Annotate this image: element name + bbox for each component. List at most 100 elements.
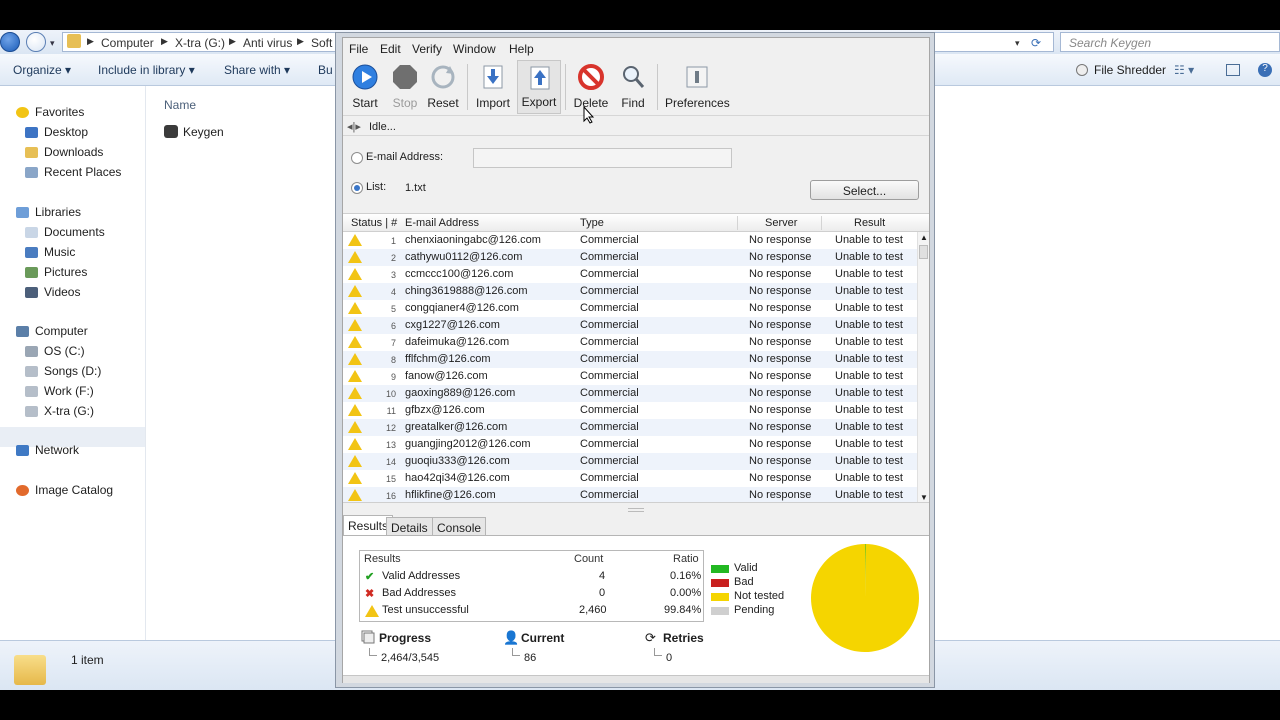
table-row[interactable]: 8 fflfchm@126.com Commercial No response Una…: [343, 351, 917, 368]
warning-icon: [348, 472, 362, 484]
table-row[interactable]: 12 greatalker@126.com Commercial No respons…: [343, 419, 917, 436]
summary-header-count: Count: [574, 553, 604, 565]
view-options-icon[interactable]: ☷ ▾: [1174, 63, 1194, 77]
nav-os-label: OS (C:): [44, 344, 85, 358]
breadcrumb-soft[interactable]: Soft: [311, 36, 332, 50]
tree-connector: [369, 648, 377, 656]
col-type[interactable]: Type: [580, 217, 604, 229]
col-divider: [737, 216, 738, 230]
help-icon[interactable]: ?: [1258, 63, 1272, 77]
table-row[interactable]: 15 hao42qi34@126.com Commercial No response…: [343, 470, 917, 487]
menu-window[interactable]: Window: [453, 42, 496, 56]
nav-downloads-label: Downloads: [44, 145, 104, 159]
row-type: Commercial: [580, 234, 639, 246]
table-row[interactable]: 9 fanow@126.com Commercial No response Unabl…: [343, 368, 917, 385]
table-row[interactable]: 5 congqianer4@126.com Commercial No respons…: [343, 300, 917, 317]
recent-pages-dropdown[interactable]: ▾: [50, 38, 55, 49]
email-verifier-window: File Edit Verify Window Help Start Stop …: [335, 32, 935, 688]
row-type: Commercial: [580, 387, 639, 399]
include-in-library-button[interactable]: Include in library ▾: [98, 63, 195, 77]
table-row[interactable]: 6 cxg1227@126.com Commercial No response Una…: [343, 317, 917, 334]
share-with-button[interactable]: Share with ▾: [224, 63, 290, 77]
table-row[interactable]: 14 guoqiu333@126.com Commercial No response…: [343, 453, 917, 470]
table-row[interactable]: 16 hflikfine@126.com Commercial No response…: [343, 487, 917, 502]
nav-network-label: Network: [35, 443, 80, 457]
row-email: cxg1227@126.com: [405, 319, 500, 331]
pictures-icon: [25, 267, 38, 278]
address-dropdown-icon[interactable]: ▾: [1015, 38, 1020, 49]
file-shredder-button[interactable]: File Shredder: [1094, 63, 1166, 77]
menu-file[interactable]: File: [349, 42, 368, 56]
row-server: No response: [749, 353, 812, 365]
row-type: Commercial: [580, 438, 639, 450]
preferences-button[interactable]: Preferences: [665, 60, 730, 114]
breadcrumb-antivirus[interactable]: Anti virus: [243, 36, 292, 50]
warning-icon: [348, 268, 362, 280]
row-result: Unable to test: [835, 353, 903, 365]
row-server: No response: [749, 285, 812, 297]
list-file-field[interactable]: 1.txt: [401, 178, 796, 198]
menu-help[interactable]: Help: [509, 42, 534, 56]
preview-pane-icon[interactable]: [1226, 64, 1240, 76]
warning-icon: [348, 319, 362, 331]
start-button[interactable]: Start: [343, 60, 387, 114]
grid-scrollbar[interactable]: ▲ ▼: [917, 232, 929, 502]
star-icon: [16, 107, 29, 118]
retry-icon: ⟳: [645, 630, 656, 645]
col-email[interactable]: E-mail Address: [405, 217, 479, 229]
forward-button[interactable]: [26, 32, 46, 52]
grid-header: Status | # E-mail Address Type Server Re…: [343, 214, 929, 232]
table-row[interactable]: 3 ccmccc100@126.com Commercial No response U…: [343, 266, 917, 283]
warning-icon: [365, 605, 379, 617]
start-label: Start: [352, 96, 378, 110]
select-file-button[interactable]: Select...: [810, 180, 919, 200]
column-header-name[interactable]: Name: [164, 98, 196, 112]
back-button[interactable]: [0, 32, 20, 52]
scroll-thumb[interactable]: [919, 245, 928, 259]
table-row[interactable]: 7 dafeimuka@126.com Commercial No response U…: [343, 334, 917, 351]
chevron-right-icon: ▶: [161, 36, 168, 46]
col-status[interactable]: Status | #: [351, 217, 397, 229]
table-row[interactable]: 1 chenxiaoningabc@126.com Commercial No res…: [343, 232, 917, 249]
table-row[interactable]: 13 guangjing2012@126.com Commercial No resp…: [343, 436, 917, 453]
downloads-icon: [25, 147, 38, 158]
table-row[interactable]: 10 gaoxing889@126.com Commercial No respons…: [343, 385, 917, 402]
organize-button[interactable]: Organize ▾: [13, 63, 71, 77]
col-result[interactable]: Result: [854, 217, 885, 229]
refresh-icon[interactable]: ⟳: [1031, 36, 1041, 50]
table-row[interactable]: 4 ching3619888@126.com Commercial No respon…: [343, 283, 917, 300]
scroll-up-icon[interactable]: ▲: [920, 233, 928, 242]
import-button[interactable]: Import: [471, 60, 515, 114]
nav-music-label: Music: [44, 245, 76, 259]
summary-header-results: Results: [364, 553, 401, 565]
row-email: fanow@126.com: [405, 370, 488, 382]
row-type: Commercial: [580, 404, 639, 416]
table-row[interactable]: 2 cathywu0112@126.com Commercial No respons…: [343, 249, 917, 266]
unsuccessful-count: 2,460: [579, 604, 607, 616]
legend-valid: Valid: [734, 562, 758, 574]
reset-button[interactable]: Reset: [421, 60, 465, 114]
table-row[interactable]: 11 gfbzx@126.com Commercial No response Unab…: [343, 402, 917, 419]
email-radio[interactable]: [351, 152, 363, 164]
breadcrumb-drive[interactable]: X-tra (G:): [175, 36, 225, 50]
menu-edit[interactable]: Edit: [380, 42, 401, 56]
col-server[interactable]: Server: [765, 217, 797, 229]
tab-details[interactable]: Details: [386, 517, 433, 536]
list-radio[interactable]: [351, 182, 363, 194]
legend-swatch-bad: [711, 579, 729, 587]
breadcrumb-computer[interactable]: Computer: [101, 36, 154, 50]
splitter-handle[interactable]: [628, 508, 644, 512]
warning-icon: [348, 387, 362, 399]
desktop-icon: [25, 127, 38, 138]
chevron-right-icon: ▶: [229, 36, 236, 46]
burn-button[interactable]: Bu: [318, 63, 333, 77]
scroll-down-icon[interactable]: ▼: [920, 493, 928, 502]
warning-icon: [348, 404, 362, 416]
email-address-input[interactable]: [473, 148, 732, 168]
export-button[interactable]: Export: [517, 60, 561, 114]
find-button[interactable]: Find: [611, 60, 655, 114]
tab-console[interactable]: Console: [432, 517, 487, 536]
valid-label: Valid Addresses: [382, 570, 461, 582]
menu-verify[interactable]: Verify: [412, 42, 442, 56]
search-input[interactable]: Search Keygen: [1060, 32, 1280, 52]
